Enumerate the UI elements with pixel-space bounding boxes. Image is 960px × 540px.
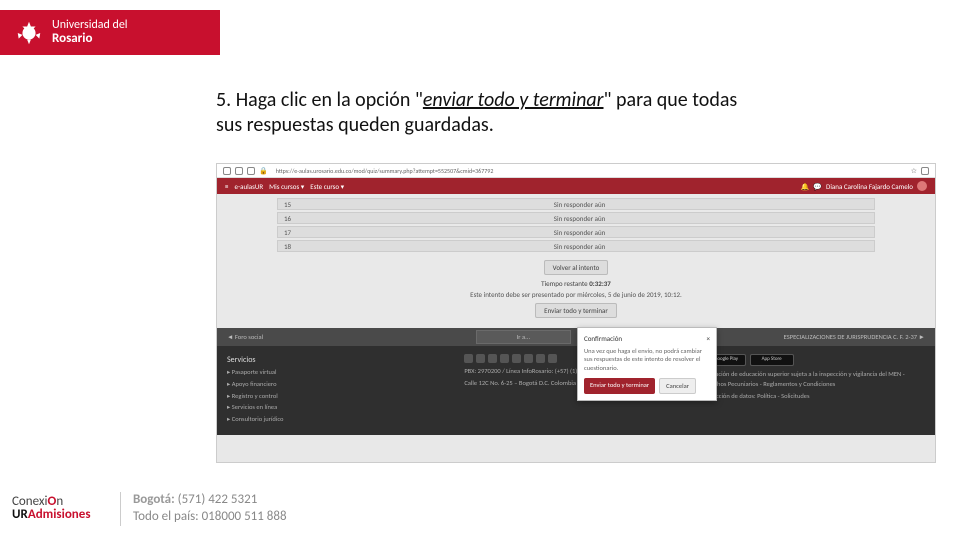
modal-title: Confirmación: [584, 334, 622, 343]
qstatus: Sin responder aún: [554, 214, 606, 223]
question-row[interactable]: 16 Sin responder aún: [277, 212, 875, 224]
nav-username[interactable]: Diana Carolina Fajardo Camelo: [826, 182, 913, 191]
service-link[interactable]: ▸ Registro y control: [227, 392, 450, 402]
service-link[interactable]: ▸ Pasaporte virtual: [227, 368, 450, 378]
instruction-prefix: 5. Haga clic en la opción ": [216, 88, 423, 112]
header-band: Universidad del Rosario: [0, 10, 220, 55]
embedded-screenshot: 🔒 https://e-aulas.urosario.edu.co/mod/qu…: [216, 163, 936, 463]
footer-nav-strip: ◄ Foro social Ir a... ESPECIALIZACIONES …: [217, 328, 935, 346]
site-footer: Servicios ▸ Pasaporte virtual ▸ Apoyo fi…: [217, 346, 935, 435]
back-icon[interactable]: [223, 167, 231, 175]
logo-text: Admisiones: [28, 507, 91, 522]
facebook-icon[interactable]: [464, 354, 473, 363]
contact-phone: (571) 422 5321: [175, 492, 258, 507]
question-row[interactable]: 15 Sin responder aún: [277, 198, 875, 210]
submit-all-button[interactable]: Enviar todo y terminar: [535, 303, 617, 318]
service-link[interactable]: ▸ Apoyo financiero: [227, 380, 450, 390]
pinterest-icon[interactable]: [536, 354, 545, 363]
nav-thiscourse[interactable]: Este curso ▾: [310, 182, 344, 191]
jump-to-select[interactable]: Ir a...: [476, 330, 571, 344]
address-bar[interactable]: https://e-aulas.urosario.edu.co/mod/quiz…: [272, 167, 907, 175]
conexion-logo: ConexiOn URAdmisiones: [12, 495, 91, 522]
flickr-icon[interactable]: [524, 354, 533, 363]
reload-icon[interactable]: [247, 167, 255, 175]
logo-text: UR: [12, 507, 28, 522]
confirmation-modal: Confirmación × Una vez que haga el envío…: [577, 327, 717, 401]
browser-chrome: 🔒 https://e-aulas.urosario.edu.co/mod/qu…: [217, 164, 935, 178]
qnum: 16: [284, 214, 291, 223]
quiz-summary-content: 15Sin responder aún 16Sin responder aún …: [217, 194, 935, 328]
chat-icon[interactable]: 💬: [813, 182, 822, 191]
app-store-button[interactable]: App Store: [750, 354, 794, 366]
profile-icon[interactable]: [921, 167, 929, 175]
qstatus: Sin responder aún: [554, 200, 606, 209]
instruction-link: enviar todo y terminar: [423, 88, 604, 112]
contact-national: Todo el país: 018000 511 888: [133, 509, 287, 526]
return-attempt-button[interactable]: Volver al intento: [544, 260, 609, 275]
linkedin-icon[interactable]: [512, 354, 521, 363]
youtube-icon[interactable]: [500, 354, 509, 363]
qnum: 18: [284, 242, 291, 251]
contact-info: Bogotá: (571) 422 5321 Todo el país: 018…: [120, 492, 287, 526]
qstatus: Sin responder aún: [554, 242, 606, 251]
lock-icon: 🔒: [259, 166, 268, 175]
qnum: 15: [284, 200, 291, 209]
rosario-crest-icon: [14, 18, 44, 48]
contact-city: Bogotá:: [133, 492, 175, 507]
nav-brand[interactable]: e-aulasUR: [235, 182, 264, 191]
menu-icon[interactable]: ≡: [225, 182, 229, 191]
time-remaining: Tiempo restante 0:32:37: [277, 279, 875, 288]
instagram-icon[interactable]: [488, 354, 497, 363]
service-link[interactable]: ▸ Consultorio jurídico: [227, 415, 450, 425]
footer-legal: Institución de educación superior sujeta…: [702, 370, 925, 390]
modal-submit-button[interactable]: Enviar todo y terminar: [584, 378, 655, 394]
time-value: 0:32:37: [589, 279, 611, 288]
modal-text: Una vez que haga el envío, no podrá camb…: [584, 347, 710, 372]
qstatus: Sin responder aún: [554, 228, 606, 237]
modal-cancel-button[interactable]: Cancelar: [659, 378, 696, 394]
avatar[interactable]: [917, 181, 927, 191]
question-row[interactable]: 17 Sin responder aún: [277, 226, 875, 238]
time-label: Tiempo restante: [541, 279, 588, 288]
footer-privacy: Protección de datos: Política - Solicitu…: [702, 392, 925, 402]
rss-icon[interactable]: [548, 354, 557, 363]
qnum: 17: [284, 228, 291, 237]
twitter-icon[interactable]: [476, 354, 485, 363]
bell-icon[interactable]: 🔔: [801, 182, 810, 191]
service-link[interactable]: ▸ Servicios en línea: [227, 403, 450, 413]
next-activity-link[interactable]: ESPECIALIZACIONES DE JURISPRUDENCIA C. F…: [784, 333, 925, 341]
prev-activity-link[interactable]: ◄ Foro social: [227, 333, 263, 341]
deadline-note: Este intento debe ser presentado por mié…: [277, 290, 875, 299]
moodle-navbar: ≡ e-aulasUR Mis cursos ▾ Este curso ▾ 🔔 …: [217, 178, 935, 194]
star-icon[interactable]: ☆: [911, 166, 917, 175]
services-title: Servicios: [227, 354, 450, 366]
close-icon[interactable]: ×: [707, 334, 711, 343]
header-line2: Rosario: [52, 32, 128, 46]
question-row[interactable]: 18 Sin responder aún: [277, 240, 875, 252]
nav-courses[interactable]: Mis cursos ▾: [269, 182, 304, 191]
forward-icon[interactable]: [235, 167, 243, 175]
header-university-name: Universidad del Rosario: [52, 19, 128, 45]
instruction-text: 5. Haga clic en la opción "enviar todo y…: [216, 88, 766, 138]
